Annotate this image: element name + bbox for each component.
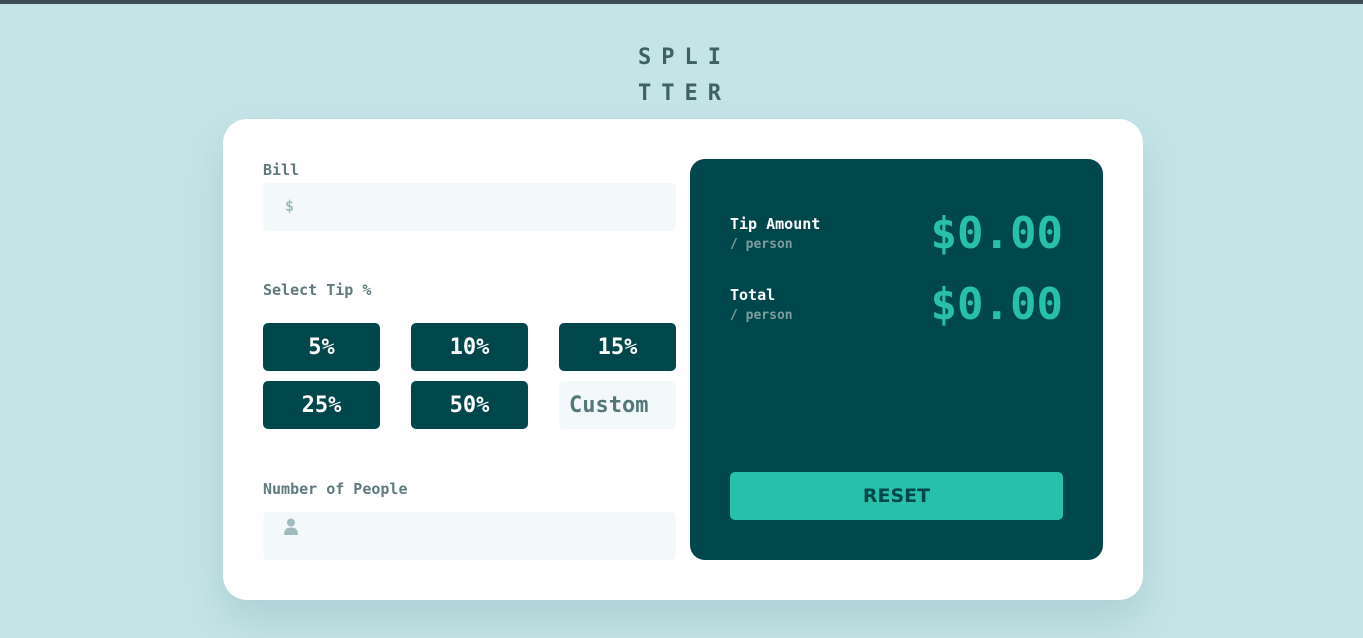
top-border — [0, 0, 1363, 4]
select-tip-label: Select Tip % — [263, 281, 372, 299]
total-sub: / person — [730, 308, 793, 323]
bill-input[interactable] — [307, 183, 657, 231]
bill-input-wrapper: $ — [263, 183, 676, 231]
results-panel: Tip Amount / person $0.00 Total / person… — [690, 159, 1103, 560]
tip-50-button[interactable]: 50% — [411, 381, 528, 429]
tip-amount-value: $0.00 — [930, 208, 1063, 259]
tip-10-button[interactable]: 10% — [411, 323, 528, 371]
total-value: $0.00 — [930, 279, 1063, 330]
total-title: Total — [730, 286, 776, 304]
calculator-card: Bill $ Select Tip % 5% 10% 15% 25% 50% N… — [223, 119, 1143, 600]
people-label: Number of People — [263, 480, 408, 498]
tip-amount-title: Tip Amount — [730, 215, 821, 233]
custom-tip-input[interactable] — [559, 381, 676, 429]
people-input[interactable] — [307, 512, 657, 560]
logo: SPLI TTER — [638, 40, 738, 112]
tip-15-button[interactable]: 15% — [559, 323, 676, 371]
person-icon — [284, 518, 298, 535]
tip-25-button[interactable]: 25% — [263, 381, 380, 429]
people-input-wrapper — [263, 512, 676, 560]
bill-label: Bill — [263, 161, 300, 179]
reset-button[interactable]: RESET — [730, 472, 1063, 520]
dollar-icon: $ — [285, 197, 295, 215]
tip-amount-sub: / person — [730, 237, 793, 252]
logo-line-2: TTER — [638, 81, 731, 106]
tip-5-button[interactable]: 5% — [263, 323, 380, 371]
logo-line-1: SPLI — [638, 45, 731, 70]
